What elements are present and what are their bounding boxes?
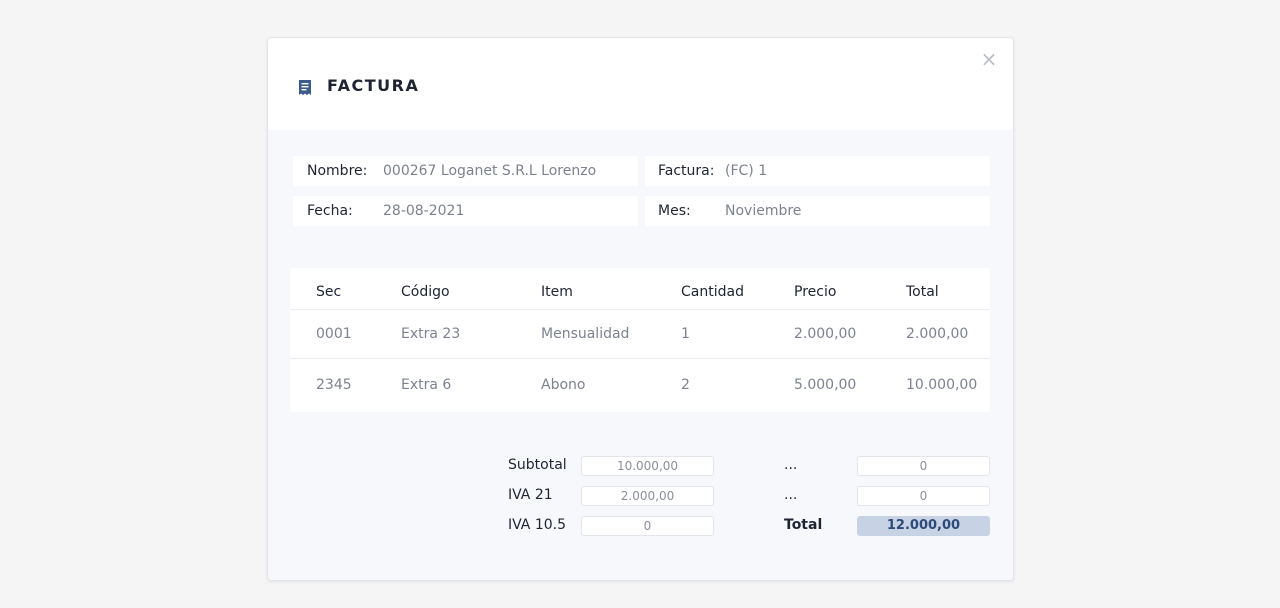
fecha-value: 28-08-2021 xyxy=(383,203,465,219)
close-button[interactable]: × xyxy=(979,49,999,69)
table-divider xyxy=(290,358,990,359)
iva105-label: IVA 10.5 xyxy=(508,517,567,533)
cell-sec: 2345 xyxy=(316,377,352,393)
items-table: Sec Código Item Cantidad Precio Total 00… xyxy=(290,268,990,412)
cell-sec: 0001 xyxy=(316,326,352,342)
nombre-label: Nombre: xyxy=(307,163,368,179)
subtotal-field[interactable]: 10.000,00 xyxy=(581,456,714,476)
fecha-field: Fecha: 28-08-2021 xyxy=(293,196,638,226)
table-divider xyxy=(290,309,990,310)
table-row[interactable]: 2345 Extra 6 Abono 2 5.000,00 10.000,00 xyxy=(290,377,990,397)
factura-label: Factura: xyxy=(658,163,715,179)
modal-header: FACTURA × xyxy=(268,38,1013,130)
extra1-field[interactable]: 0 xyxy=(857,456,990,476)
iva21-field[interactable]: 2.000,00 xyxy=(581,486,714,506)
factura-value: (FC) 1 xyxy=(725,163,768,179)
cell-precio: 5.000,00 xyxy=(794,377,857,393)
header-precio: Precio xyxy=(794,284,837,300)
table-row[interactable]: 0001 Extra 23 Mensualidad 1 2.000,00 2.0… xyxy=(290,326,990,346)
cell-precio: 2.000,00 xyxy=(794,326,857,342)
table-header-row: Sec Código Item Cantidad Precio Total xyxy=(290,284,990,304)
mes-field: Mes: Noviembre xyxy=(645,196,990,226)
mes-value: Noviembre xyxy=(725,203,802,219)
extra2-field[interactable]: 0 xyxy=(857,486,990,506)
total-field[interactable]: 12.000,00 xyxy=(857,516,990,536)
cell-total: 10.000,00 xyxy=(906,377,978,393)
nombre-field: Nombre: 000267 Loganet S.R.L Lorenzo xyxy=(293,156,638,186)
fecha-label: Fecha: xyxy=(307,203,353,219)
receipt-icon xyxy=(299,80,311,95)
header-sec: Sec xyxy=(316,284,342,300)
cell-total: 2.000,00 xyxy=(906,326,969,342)
subtotal-label: Subtotal xyxy=(508,457,567,473)
factura-field: Factura: (FC) 1 xyxy=(645,156,990,186)
iva21-label: IVA 21 xyxy=(508,487,553,503)
header-cantidad: Cantidad xyxy=(681,284,744,300)
cell-cantidad: 1 xyxy=(681,326,690,342)
total-label: Total xyxy=(784,517,823,533)
cell-cantidad: 2 xyxy=(681,377,690,393)
mes-label: Mes: xyxy=(658,203,691,219)
header-total: Total xyxy=(906,284,939,300)
cell-item: Mensualidad xyxy=(541,326,630,342)
cell-codigo: Extra 23 xyxy=(401,326,461,342)
header-item: Item xyxy=(541,284,573,300)
extra2-label: ... xyxy=(784,487,798,503)
nombre-value: 000267 Loganet S.R.L Lorenzo xyxy=(383,163,597,179)
header-codigo: Código xyxy=(401,284,450,300)
invoice-modal: FACTURA × Nombre: 000267 Loganet S.R.L L… xyxy=(267,37,1014,581)
cell-codigo: Extra 6 xyxy=(401,377,452,393)
iva105-field[interactable]: 0 xyxy=(581,516,714,536)
modal-title: FACTURA xyxy=(327,76,420,95)
extra1-label: ... xyxy=(784,457,798,473)
cell-item: Abono xyxy=(541,377,586,393)
